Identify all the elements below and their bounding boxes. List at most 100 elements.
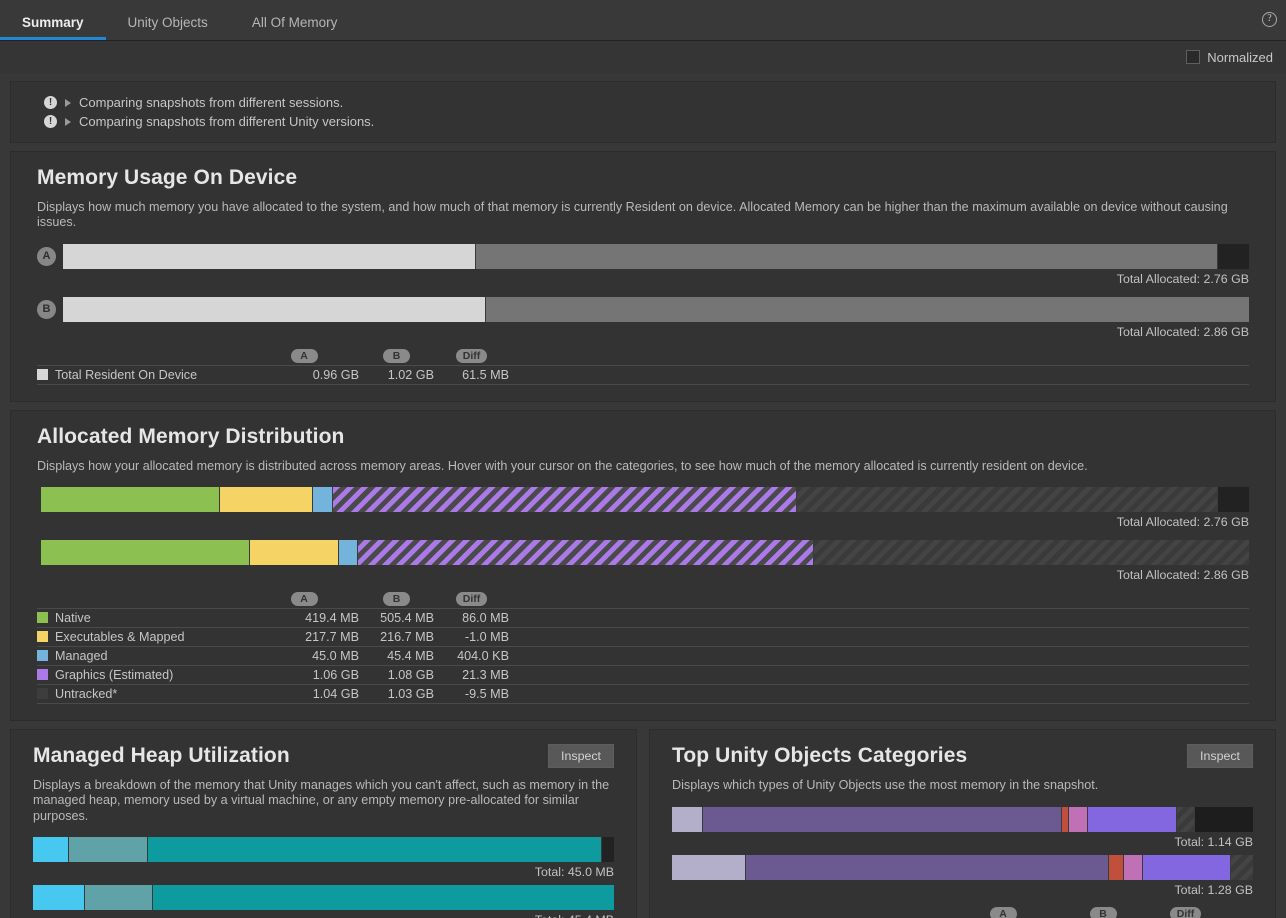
tab-all-of-memory[interactable]: All Of Memory (230, 15, 360, 41)
bar-segment-texture2d[interactable] (1142, 855, 1232, 881)
table-row[interactable]: Native 419.4 MB 505.4 MB 86.0 MB (37, 608, 1249, 628)
value-a: 0.96 GB (249, 364, 359, 385)
bar-segment-unused[interactable] (1195, 807, 1253, 833)
snapshot-a-badge: A (37, 246, 56, 266)
toolbar: Normalized (0, 41, 1286, 73)
snapshot-b-badge: B (37, 299, 56, 319)
legend-row-label-cell: Total Resident On Device (37, 364, 249, 385)
bar-segment-allocated[interactable] (475, 243, 1219, 269)
bar-segment-virtual-machine[interactable] (147, 837, 603, 863)
inspect-button[interactable]: Inspect (548, 744, 614, 769)
value-b: 505.4 MB (359, 608, 434, 628)
bar-segment-objects[interactable] (85, 885, 154, 911)
bar-segment-empty-heap-space[interactable] (33, 837, 70, 863)
spacer-cell (509, 646, 1249, 666)
column-header-a[interactable]: A (989, 907, 1017, 918)
table-row[interactable]: Managed 45.0 MB 45.4 MB 404.0 KB (37, 646, 1249, 666)
table-row[interactable]: Untracked* 1.04 GB 1.03 GB -9.5 MB (37, 684, 1249, 705)
top-unity-objects-bar-a[interactable] (672, 807, 1253, 833)
chevron-right-icon[interactable] (65, 98, 71, 107)
bar-segment-computeshader[interactable] (1069, 807, 1088, 833)
bar-segment-others[interactable] (1177, 807, 1196, 833)
bar-segment-managed[interactable] (313, 487, 333, 513)
bar-segment-executables-mapped[interactable] (220, 487, 314, 513)
section-title: Allocated Memory Distribution (37, 424, 345, 448)
bar-segment-native[interactable] (41, 540, 250, 566)
column-header-diff[interactable]: Diff (1169, 907, 1202, 918)
bar-segment-managed[interactable] (338, 540, 358, 566)
memory-usage-on-device-card: Memory Usage On Device Displays how much… (10, 151, 1276, 402)
value-b: 216.7 MB (359, 627, 434, 647)
bar-segment-rendertexture[interactable] (745, 855, 1110, 881)
normalized-checkbox[interactable] (1186, 50, 1201, 64)
value-b: 1.08 GB (359, 665, 434, 685)
column-header-b[interactable]: B (383, 348, 410, 363)
inspect-button[interactable]: Inspect (1187, 744, 1253, 769)
allocated-distribution-bar-b[interactable] (41, 540, 1249, 566)
allocated-distribution-total-b: Total Allocated: 2.86 GB (1116, 568, 1249, 583)
section-description: Displays how much memory you have alloca… (37, 200, 1228, 230)
tab-summary[interactable]: Summary (0, 15, 106, 41)
normalized-label: Normalized (1207, 49, 1273, 65)
managed-heap-bar-b[interactable] (33, 885, 614, 911)
value-diff: 404.0 KB (434, 646, 509, 666)
allocated-distribution-bar-a[interactable] (41, 487, 1249, 513)
column-header-diff[interactable]: Diff (455, 592, 488, 607)
bar-segment-executables-mapped[interactable] (249, 540, 339, 566)
section-description: Displays a breakdown of the memory that … (33, 778, 610, 823)
help-icon[interactable]: ? (1262, 12, 1277, 27)
bar-segment-shader[interactable] (672, 855, 746, 881)
value-a: 1.06 GB (249, 665, 359, 685)
memory-usage-bar-b[interactable] (63, 296, 1249, 322)
bar-segment-unused[interactable] (602, 837, 614, 863)
memory-usage-bar-a[interactable] (63, 243, 1249, 269)
card-header: Top Unity Objects Categories Inspect (672, 744, 1253, 778)
normalized-toggle[interactable]: Normalized (1186, 50, 1273, 65)
bar-segment-cubemaparray[interactable] (1109, 855, 1124, 881)
table-row[interactable]: Executables & Mapped 217.7 MB 216.7 MB -… (37, 627, 1249, 647)
color-swatch-icon (37, 669, 48, 681)
notice-row[interactable]: ! Comparing snapshots from different Uni… (11, 112, 1275, 131)
chevron-right-icon[interactable] (65, 117, 71, 126)
tab-unity-objects[interactable]: Unity Objects (106, 15, 230, 41)
bar-segment-texture2d[interactable] (1087, 807, 1178, 833)
bar-segment-rendertexture[interactable] (702, 807, 1062, 833)
column-header-b[interactable]: B (383, 592, 410, 607)
bar-segment-shader[interactable] (672, 807, 703, 833)
column-header-b[interactable]: B (1089, 907, 1117, 918)
bar-segment-resident[interactable] (63, 296, 487, 322)
managed-heap-bar-a[interactable] (33, 837, 614, 863)
notice-row[interactable]: ! Comparing snapshots from different ses… (11, 93, 1275, 112)
notice-text: Comparing snapshots from different Unity… (79, 114, 375, 129)
spacer-cell (509, 684, 1249, 705)
bar-segment-untracked[interactable] (796, 487, 1218, 513)
table-row[interactable]: Graphics (Estimated) 1.06 GB 1.08 GB 21.… (37, 665, 1249, 685)
bar-segment-computeshader[interactable] (1123, 855, 1143, 881)
column-header-a[interactable]: A (290, 592, 318, 607)
bar-segment-allocated[interactable] (486, 296, 1249, 322)
bar-segment-resident[interactable] (63, 243, 476, 269)
spacer-cell (509, 665, 1249, 685)
legend-row-label: Total Resident On Device (55, 367, 198, 382)
bar-segment-unused[interactable] (1217, 487, 1249, 513)
bar-segment-graphics[interactable] (357, 540, 814, 566)
value-a: 419.4 MB (249, 608, 359, 628)
spacer-cell (509, 364, 1249, 385)
table-row[interactable]: Total Resident On Device 0.96 GB 1.02 GB… (37, 364, 1249, 385)
managed-heap-total-b: Total: 45.4 MB (33, 913, 614, 918)
bar-segment-unused[interactable] (1218, 243, 1249, 269)
column-header-diff[interactable]: Diff (455, 348, 488, 363)
bar-segment-objects[interactable] (69, 837, 148, 863)
bar-segment-untracked[interactable] (813, 540, 1249, 566)
legend-row-label: Managed (55, 649, 108, 664)
value-a: 217.7 MB (249, 627, 359, 647)
column-header-a[interactable]: A (290, 348, 318, 363)
bar-segment-others[interactable] (1231, 855, 1253, 881)
bar-segment-graphics[interactable] (332, 487, 797, 513)
top-unity-objects-bar-b[interactable] (672, 855, 1253, 881)
bar-segment-cubemaparray[interactable] (1061, 807, 1070, 833)
value-b: 1.02 GB (359, 364, 434, 385)
bar-segment-empty-heap-space[interactable] (33, 885, 86, 911)
bar-segment-virtual-machine[interactable] (153, 885, 614, 911)
bar-segment-native[interactable] (41, 487, 221, 513)
